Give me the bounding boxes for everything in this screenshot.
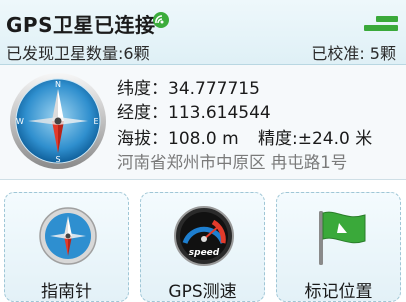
compass-icon: N S W E [10,73,106,169]
speedometer-icon-text: speed [189,248,220,258]
status-header: GPS卫星已连接 已发现卫星数量:6颗 已校准: 5颗 [0,0,406,65]
flag-icon [319,211,366,265]
gps-connected-icon [153,12,169,28]
svg-text:W: W [16,117,24,126]
svg-text:N: N [55,80,61,89]
gps-speed-tile-label: GPS测速 [168,282,237,302]
satellites-found-label: 已发现卫星数量:6颗 [6,44,150,63]
svg-text:S: S [55,155,60,164]
compass-icon [39,207,97,265]
gps-status-title: GPS卫星已连接 [6,13,156,37]
latitude-value: 纬度：34.777715 [117,79,260,99]
location-info-panel: N S W E 纬度：34.777715 经度：113.614544 海拔：10… [0,65,406,180]
svg-text:E: E [93,117,98,126]
speedometer-icon: speed [174,206,234,266]
compass-tile-button[interactable]: 指南针 [4,192,129,302]
mark-location-tile-button[interactable]: 标记位置 [276,192,401,302]
signal-bars-icon [364,16,398,31]
gps-speed-tile-button[interactable]: speed GPS测速 [140,192,265,302]
address-text: 河南省郑州市中原区 冉屯路1号 [117,153,348,172]
accuracy-value: 精度:±24.0 米 [258,129,373,149]
mark-location-tile-label: 标记位置 [304,282,373,302]
altitude-value: 海拔：108.0 m [117,129,239,149]
longitude-value: 经度：113.614544 [117,103,271,123]
feature-tiles: 指南针 speed GPS测速 标记位置 [0,182,406,302]
satellites-calibrated-label: 已校准: 5颗 [311,44,396,63]
compass-tile-label: 指南针 [41,282,92,302]
